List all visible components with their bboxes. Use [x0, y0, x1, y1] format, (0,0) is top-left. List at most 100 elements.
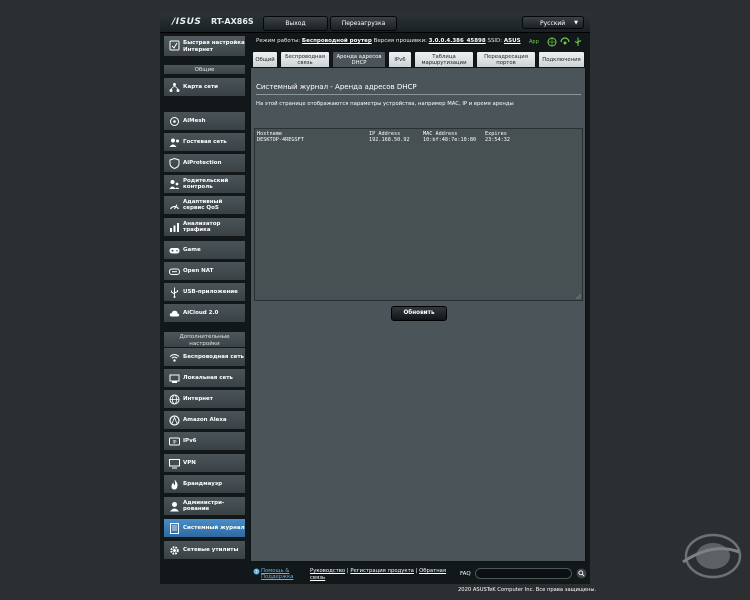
site-watermark-logo [682, 533, 742, 579]
sidebar-item-aimesh[interactable]: AiMesh [163, 111, 246, 131]
manual-link[interactable]: Руководство [310, 568, 345, 574]
sidebar-item-traffic-analyzer[interactable]: Анализатор трафика [163, 217, 246, 237]
tab-wireless[interactable]: Беспроводная связь [280, 51, 330, 67]
mode-label: Режим работы: [256, 38, 301, 44]
sidebar-item-label: Брандмауэр [183, 480, 223, 487]
sidebar-item-administration[interactable]: Администри-рование [163, 496, 246, 516]
search-icon[interactable] [576, 568, 587, 579]
sidebar-item-label: VPN [183, 459, 196, 466]
sidebar-item-label: Анализатор трафика [183, 220, 221, 234]
sidebar-item-label: Open NAT [183, 267, 214, 274]
open-nat-icon [169, 268, 180, 275]
sidebar-item-label: Администри-рование [183, 499, 225, 513]
gear-icon [170, 546, 179, 555]
sidebar-item-label: Amazon Alexa [183, 416, 227, 423]
faq-search-input[interactable] [475, 568, 572, 579]
svg-text:IP: IP [172, 440, 176, 446]
sidebar-item-network-tools[interactable]: Сетевые утилиты [163, 540, 246, 560]
resize-handle-icon[interactable] [576, 294, 581, 299]
sidebar-item-amazon-alexa[interactable]: Amazon Alexa [163, 410, 246, 430]
cloud-icon [169, 310, 180, 317]
refresh-button[interactable]: Обновить [391, 306, 447, 321]
sidebar-item-label: Беспроводная сеть [183, 353, 245, 360]
usb-icon [171, 287, 178, 298]
sidebar-item-aicloud[interactable]: AiCloud 2.0 [163, 303, 246, 323]
sidebar-item-lan[interactable]: Локальная сеть [163, 368, 246, 388]
gamepad-icon [169, 248, 180, 254]
tab-connections[interactable]: Подключения [538, 51, 585, 67]
sidebar-item-label: Родительский контроль [183, 177, 229, 191]
firewall-flame-icon [171, 479, 178, 490]
lan-icon [169, 374, 180, 383]
help-icon: ? [253, 568, 260, 575]
admin-user-icon [170, 502, 179, 512]
log-cell-mac: 10:bf:48:7e:10:80 [423, 137, 477, 143]
log-cell-expires: 23:54:32 [485, 137, 510, 143]
ssid-label: SSID: [487, 38, 503, 44]
usb-status-icon[interactable] [573, 37, 583, 47]
sidebar-item-open-nat[interactable]: Open NAT [163, 261, 246, 281]
sidebar-item-label: Сетевые утилиты [183, 546, 239, 553]
firmware-label: Версия прошивки: [373, 38, 427, 44]
product-registration-link[interactable]: Регистрация продукта [350, 568, 414, 574]
sidebar-item-label: Адаптивный сервис QoS [183, 198, 223, 212]
tab-port-forwarding[interactable]: Переадресация портов [476, 51, 536, 67]
sidebar-item-label: AiProtection [183, 159, 222, 166]
status-icons: App [529, 37, 585, 47]
language-select[interactable]: Русский ▼ [522, 16, 584, 29]
guest-network-icon [169, 138, 179, 147]
tab-general[interactable]: Общий [252, 51, 278, 67]
sidebar-item-internet[interactable]: Интернет [163, 389, 246, 409]
sidebar-item-usb-app[interactable]: USB-приложение [163, 282, 246, 302]
top-bar: /ISUS RT-AX86S Выход Перезагрузка Русски… [160, 13, 590, 33]
app-label[interactable]: App [529, 39, 539, 45]
sidebar-item-label: Системный журнал [183, 524, 245, 531]
sidebar-item-label: Гостевая сеть [183, 138, 227, 145]
globe-status-icon[interactable] [547, 37, 557, 47]
reboot-button[interactable]: Перезагрузка [330, 16, 397, 31]
page-description: На этой странице отображаются параметры … [256, 101, 514, 107]
sidebar-item-label: AiCloud 2.0 [183, 309, 219, 316]
wifi-icon [169, 354, 180, 362]
router-admin-window: /ISUS RT-AX86S Выход Перезагрузка Русски… [160, 13, 596, 593]
model-name: RT-AX86S [211, 17, 254, 26]
sidebar-item-wireless[interactable]: Беспроводная сеть [163, 347, 246, 367]
tab-ipv6[interactable]: IPv6 [388, 51, 412, 67]
mode-value-link[interactable]: Беспроводной роутер [302, 38, 372, 44]
quick-internet-setup-button[interactable]: Быстрая настройка Интернет [163, 35, 246, 57]
sidebar-item-ipv6[interactable]: IP IPv6 [163, 431, 246, 451]
chevron-down-icon: ▼ [574, 20, 578, 26]
firmware-version-link[interactable]: 3.0.0.4.386_45898 [429, 38, 486, 44]
sidebar-item-label: IPv6 [183, 437, 197, 444]
sidebar-item-network-map[interactable]: Карта сети [163, 77, 246, 97]
traffic-analyzer-icon [170, 223, 179, 232]
ipv6-icon: IP [169, 437, 180, 446]
copyright-text: 2020 ASUSTeK Computer Inc. Все права защ… [458, 587, 597, 593]
asus-logo[interactable]: /ISUS [172, 17, 201, 27]
logout-button[interactable]: Выход [263, 16, 328, 31]
status-bar: Режим работы: Беспроводной роутер Версия… [256, 38, 521, 44]
sidebar-item-label: Интернет [183, 395, 213, 402]
sidebar-item-firewall[interactable]: Брандмауэр [163, 474, 246, 494]
sidebar-item-aiprotection[interactable]: AiProtection [163, 153, 246, 173]
sidebar-item-guest-network[interactable]: Гостевая сеть [163, 132, 246, 152]
sidebar-item-vpn[interactable]: VPN [163, 453, 246, 473]
sidebar-item-system-log[interactable]: Системный журнал [163, 518, 246, 538]
content-panel: Системный журнал - Аренда адресов DHCP Н… [250, 67, 586, 562]
log-cell-ip: 192.168.50.92 [369, 137, 410, 143]
sidebar-item-game[interactable]: Game [163, 240, 246, 260]
dhcp-lease-log[interactable]: Hostname IP Address MAC Address Expires … [254, 128, 583, 301]
sidebar-item-label: Карта сети [183, 83, 218, 90]
tab-routing-table[interactable]: Таблица маршрутизации [414, 51, 474, 67]
sidebar-item-label: AiMesh [183, 117, 206, 124]
wizard-icon [169, 40, 180, 51]
sidebar-item-parental-control[interactable]: Родительский контроль [163, 174, 246, 194]
tab-dhcp-leases[interactable]: Аренда адресов DHCP [332, 51, 386, 67]
ssid-value-link[interactable]: ASUS [504, 38, 521, 44]
language-value: Русский [540, 20, 566, 27]
sidebar-item-label: Локальная сеть [183, 374, 233, 381]
sidebar-item-adaptive-qos[interactable]: Адаптивный сервис QoS [163, 195, 246, 215]
sidebar-item-label: Game [183, 246, 201, 253]
help-support-label: Помощь & Поддержка [261, 568, 294, 580]
connection-status-icon[interactable] [560, 37, 570, 47]
